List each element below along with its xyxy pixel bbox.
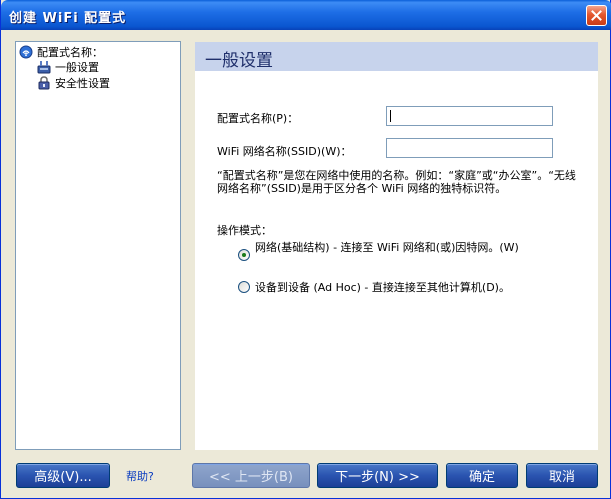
close-button[interactable] [586, 5, 607, 26]
network-plug-icon [37, 60, 51, 73]
mode-label: 操作模式： [217, 224, 272, 237]
tree-root-label: 配置式名称： [37, 45, 103, 59]
tree-item-security-label: 安全性设置 [55, 76, 110, 90]
profile-description: “配置式名称”是您在网络中使用的名称。例如：“家庭”或“办公室”。“无线网络名称… [217, 169, 576, 195]
profile-name-input[interactable] [386, 106, 553, 126]
lock-icon [38, 75, 50, 89]
back-button[interactable]: << 上一步(B) [192, 463, 310, 488]
ok-button[interactable]: 确定 [446, 463, 518, 488]
general-settings-panel: 一般设置 配置式名称(P)： WiFi 网络名称(SSID)(W)： “配置式名… [195, 42, 598, 450]
tree-item-general[interactable]: 一般设置 [37, 58, 99, 75]
profile-name-label: 配置式名称(P)： [217, 112, 299, 125]
next-button[interactable]: 下一步(N) >> [317, 463, 438, 488]
cancel-button[interactable]: 取消 [526, 463, 598, 488]
page-title: 一般设置 [205, 51, 273, 71]
mode-adhoc-label[interactable]: 设备到设备 (Ad Hoc) - 直接连接至其他计算机(D)。 [255, 281, 575, 294]
close-icon [591, 10, 602, 21]
ssid-label: WiFi 网络名称(SSID)(W)： [217, 145, 352, 158]
mode-infrastructure-radio[interactable] [238, 249, 250, 261]
tree-item-general-label: 一般设置 [55, 58, 99, 75]
tree-item-security[interactable]: 安全性设置 [37, 75, 110, 90]
help-link[interactable]: 帮助? [126, 468, 154, 484]
text-caret [390, 110, 391, 122]
mode-infrastructure-label[interactable]: 网络(基础结构) - 连接至 WiFi 网络和(或)因特网。(W) [255, 241, 565, 254]
heading-bar: 一般设置 [195, 42, 598, 71]
tree-root[interactable]: 配置式名称： [19, 44, 103, 59]
settings-tree: 配置式名称： 一般设置 安全性设置 [15, 41, 181, 450]
wifi-globe-icon [19, 45, 33, 58]
window-title: 创建 WiFi 配置式 [9, 11, 127, 26]
advanced-button[interactable]: 高级(V)... [16, 463, 110, 488]
mode-adhoc-radio[interactable] [238, 281, 250, 293]
ssid-input[interactable] [386, 138, 553, 158]
wifi-profile-dialog: 创建 WiFi 配置式 配置式名称： 一般设置 安全性设置 一般设置 配置式名称… [0, 0, 611, 499]
title-bar: 创建 WiFi 配置式 [1, 0, 611, 30]
